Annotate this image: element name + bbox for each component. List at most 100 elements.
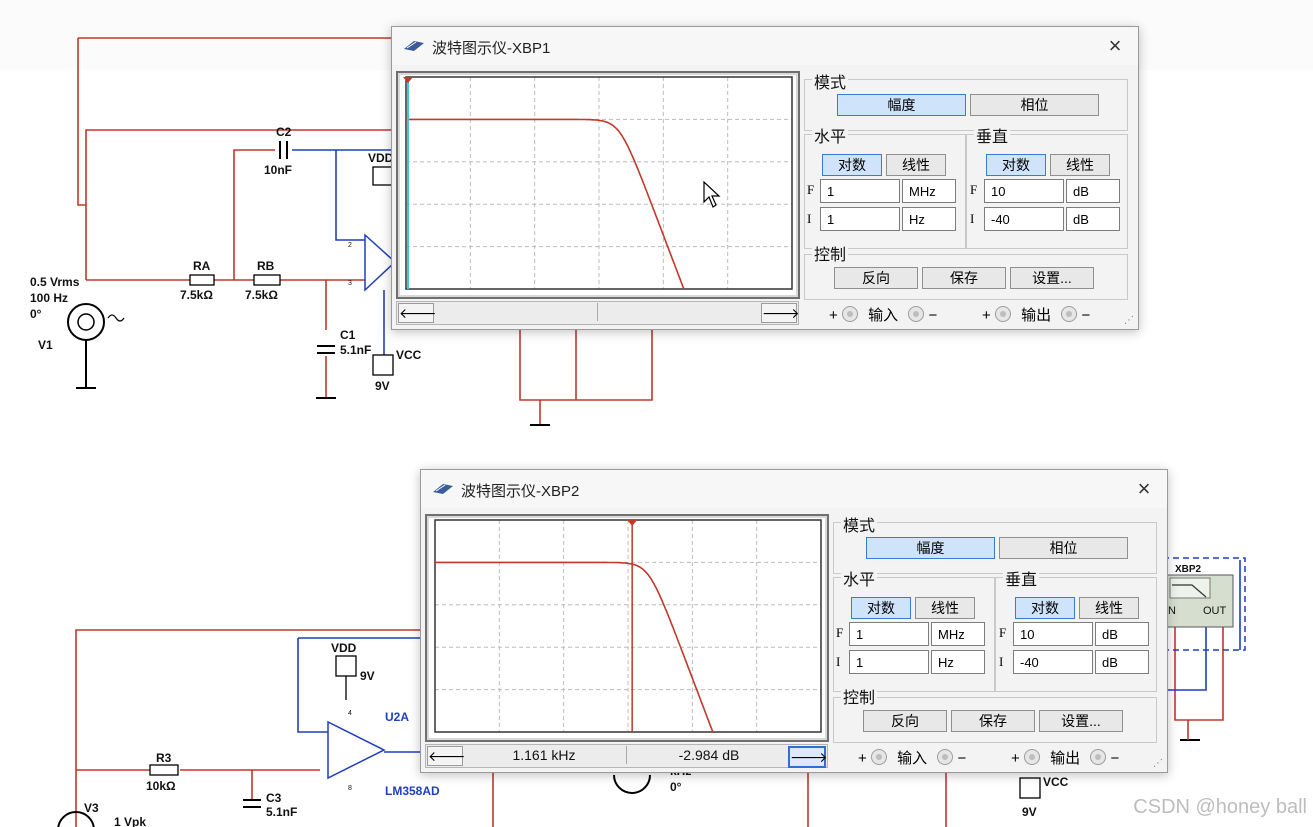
plot-area[interactable] (396, 71, 800, 299)
mode-phase-button[interactable]: 相位 (970, 94, 1099, 116)
input-label: 输入 (897, 750, 928, 767)
vertical-linear-button[interactable]: 线性 (1079, 597, 1139, 619)
mouse-pointer-icon (703, 181, 721, 208)
control-label: 控制 (812, 241, 849, 265)
resize-grip-icon[interactable]: ⋰ (1153, 758, 1165, 770)
horizontal-label: 水平 (812, 123, 849, 147)
ra-value: 7.5kΩ (180, 288, 213, 302)
vertical-initial-value[interactable]: -40 (1013, 650, 1093, 674)
output-plus-terminal[interactable] (994, 306, 1011, 322)
plot-area[interactable] (425, 514, 829, 742)
resistor-r3 (149, 764, 179, 776)
r3-value: 10kΩ (146, 779, 176, 793)
c3-value: 5.1nF (266, 805, 297, 819)
vertical-final-value[interactable]: 10 (1013, 622, 1093, 646)
horizontal-final-value[interactable]: 1 (820, 179, 900, 203)
pin-2: 2 (348, 242, 352, 249)
rb-value: 7.5kΩ (245, 288, 278, 302)
output-plus-terminal[interactable] (1023, 749, 1040, 765)
resistor-ra (189, 274, 215, 286)
cursor-left-arrow-icon[interactable]: 🡐 (398, 303, 437, 323)
input-minus-terminal[interactable] (908, 306, 925, 322)
output-terminals: + 输出 − (982, 304, 1090, 325)
vdd-label-lower: VDD (331, 641, 357, 655)
bode-plotter-window-xbp1: 波特图示仪-XBP1 × 🡐 🡒 模式 幅度 相位 水平 对数 线性 F 1 M… (391, 26, 1139, 330)
input-plus-terminal[interactable] (870, 749, 887, 765)
input-minus: − (957, 750, 967, 767)
c1-name: C1 (340, 328, 356, 342)
input-minus-terminal[interactable] (937, 749, 954, 765)
mode-label: 模式 (841, 512, 878, 536)
settings-panel: 模式 幅度 相位 水平 对数 线性 F 1 MHz I 1 Hz 垂直 对数 线… (804, 69, 1130, 324)
output-minus-terminal[interactable] (1061, 306, 1078, 322)
resistor-rb (253, 274, 281, 286)
vertical-initial-unit[interactable]: dB (1066, 207, 1120, 231)
horizontal-linear-button[interactable]: 线性 (915, 597, 975, 619)
vdd-box-lower (335, 655, 357, 677)
horizontal-final-unit[interactable]: MHz (902, 179, 956, 203)
save-button[interactable]: 保存 (922, 267, 1006, 289)
close-icon[interactable]: × (1131, 476, 1157, 502)
resize-grip-icon[interactable]: ⋰ (1124, 315, 1136, 327)
horizontal-final-value[interactable]: 1 (849, 622, 929, 646)
ra-name: RA (193, 259, 211, 273)
xbp2-box-title: XBP2 (1175, 564, 1202, 575)
title-bar[interactable]: 波特图示仪-XBP1 × (392, 27, 1138, 65)
horizontal-final-unit[interactable]: MHz (931, 622, 985, 646)
v1-line2: 100 Hz (30, 291, 68, 305)
horizontal-initial-value[interactable]: 1 (820, 207, 900, 231)
v1-line3: 0° (30, 307, 42, 321)
vertical-initial-value[interactable]: -40 (984, 207, 1064, 231)
r3-name: R3 (156, 751, 172, 765)
vcc-label-lower: VCC (1043, 775, 1069, 789)
bode-plot-graph (403, 76, 793, 290)
cursor-right-arrow-icon[interactable]: 🡒 (761, 303, 800, 323)
horizontal-label: 水平 (841, 566, 878, 590)
cursor-readout-bar: 🡐 🡒 (396, 301, 800, 325)
mode-phase-button[interactable]: 相位 (999, 537, 1128, 559)
input-terminals: + 输入 − (858, 747, 966, 768)
settings-button[interactable]: 设置... (1039, 710, 1123, 732)
output-terminals: + 输出 − (1011, 747, 1119, 768)
close-icon[interactable]: × (1102, 33, 1128, 59)
reverse-button[interactable]: 反向 (834, 267, 918, 289)
horizontal-linear-button[interactable]: 线性 (886, 154, 946, 176)
vertical-f-letter: F (999, 625, 1007, 640)
settings-panel: 模式 幅度 相位 水平 对数 线性 F 1 MHz I 1 Hz 垂直 对数 线… (833, 512, 1159, 767)
mode-magnitude-button[interactable]: 幅度 (866, 537, 995, 559)
input-plus-terminal[interactable] (841, 306, 858, 322)
control-label: 控制 (841, 684, 878, 708)
cursor-left-arrow-icon[interactable]: 🡐 (427, 746, 466, 766)
save-button[interactable]: 保存 (951, 710, 1035, 732)
v1-source (67, 303, 105, 341)
vertical-final-unit[interactable]: dB (1066, 179, 1120, 203)
lm358-label: LM358AD (385, 784, 440, 798)
settings-button[interactable]: 设置... (1010, 267, 1094, 289)
horizontal-log-button[interactable]: 对数 (822, 154, 882, 176)
reverse-button[interactable]: 反向 (863, 710, 947, 732)
mode-label: 模式 (812, 69, 849, 93)
capacitor-c2 (279, 141, 288, 159)
horizontal-log-button[interactable]: 对数 (851, 597, 911, 619)
vdd-value-lower: 9V (360, 669, 375, 683)
horizontal-i-letter: I (836, 654, 841, 669)
vertical-log-button[interactable]: 对数 (986, 154, 1046, 176)
horizontal-initial-unit[interactable]: Hz (902, 207, 956, 231)
vertical-initial-unit[interactable]: dB (1095, 650, 1149, 674)
vcc-value-lower: 9V (1022, 805, 1037, 819)
title-bar[interactable]: 波特图示仪-XBP2 × (421, 470, 1167, 508)
vertical-final-unit[interactable]: dB (1095, 622, 1149, 646)
horizontal-initial-value[interactable]: 1 (849, 650, 929, 674)
vertical-final-value[interactable]: 10 (984, 179, 1064, 203)
vertical-log-button[interactable]: 对数 (1015, 597, 1075, 619)
mode-magnitude-button[interactable]: 幅度 (837, 94, 966, 116)
cursor-right-arrow-icon[interactable]: 🡒 (788, 746, 828, 768)
opamp-lower (327, 720, 386, 780)
vertical-label: 垂直 (1003, 566, 1040, 590)
capacitor-c3 (243, 799, 261, 808)
vcc-label-upper: VCC (396, 348, 422, 362)
output-minus-terminal[interactable] (1090, 749, 1107, 765)
vertical-linear-button[interactable]: 线性 (1050, 154, 1110, 176)
readout-gain (598, 302, 762, 322)
horizontal-initial-unit[interactable]: Hz (931, 650, 985, 674)
